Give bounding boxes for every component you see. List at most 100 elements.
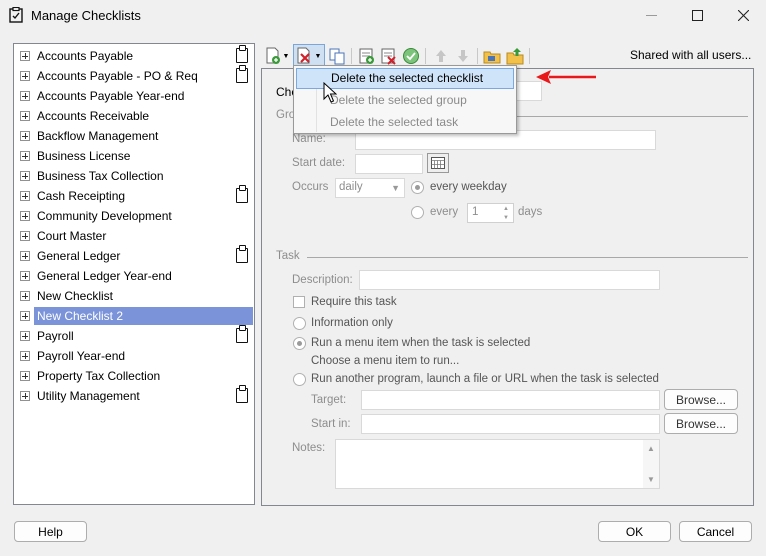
expand-icon[interactable]: [20, 111, 30, 121]
expand-icon[interactable]: [20, 251, 30, 261]
start-date-label: Start date:: [292, 157, 346, 169]
expand-icon[interactable]: [20, 351, 30, 361]
close-button[interactable]: [720, 0, 766, 31]
delete-button[interactable]: [294, 46, 314, 66]
import-button[interactable]: [482, 46, 502, 66]
tree-item[interactable]: Property Tax Collection: [14, 366, 254, 386]
expand-icon[interactable]: [20, 211, 30, 221]
maximize-button[interactable]: [674, 0, 720, 31]
copy-button[interactable]: [327, 46, 347, 66]
tree-item-label: New Checklist: [37, 289, 114, 303]
expand-icon[interactable]: [20, 191, 30, 201]
export-button[interactable]: [505, 46, 525, 66]
spin-down-icon[interactable]: ▼: [500, 214, 512, 222]
tree-item[interactable]: General Ledger Year-end: [14, 266, 254, 286]
start-date-field[interactable]: [355, 154, 423, 174]
ok-button[interactable]: OK: [598, 521, 671, 542]
shared-with-all-users-link[interactable]: Shared with all users...: [630, 48, 751, 62]
tree-item[interactable]: Utility Management: [14, 385, 254, 406]
run-program-radio[interactable]: [293, 373, 306, 386]
notes-scrollbar[interactable]: ▲ ▼: [643, 440, 659, 488]
menu-item-delete-task[interactable]: Delete the selected task: [296, 112, 514, 133]
expand-icon[interactable]: [20, 371, 30, 381]
red-arrow-annotation: [536, 70, 596, 84]
description-field[interactable]: [359, 270, 660, 290]
choose-menu-item-link[interactable]: Choose a menu item to run...: [311, 355, 459, 367]
browse-start-in-button[interactable]: Browse...: [664, 413, 738, 434]
browse-target-button[interactable]: Browse...: [664, 389, 738, 410]
complete-button[interactable]: [401, 46, 421, 66]
expand-icon[interactable]: [20, 51, 30, 61]
delete-dropdown-arrow[interactable]: ▼: [313, 46, 323, 66]
toolbar-separator: [425, 48, 426, 64]
expand-icon[interactable]: [20, 171, 30, 181]
expand-icon[interactable]: [20, 231, 30, 241]
add-task-button[interactable]: [357, 46, 377, 66]
tree-item-label: General Ledger Year-end: [37, 269, 172, 283]
every-days-stepper[interactable]: 1 ▲ ▼: [467, 203, 514, 223]
tree-item[interactable]: Business Tax Collection: [14, 166, 254, 186]
tree-item[interactable]: Accounts Receivable: [14, 106, 254, 126]
every-weekday-radio[interactable]: [411, 181, 424, 194]
calendar-button[interactable]: [427, 153, 449, 173]
close-icon: [737, 10, 749, 21]
remove-task-button[interactable]: [379, 46, 399, 66]
expand-icon[interactable]: [20, 311, 30, 321]
checklist-tree[interactable]: Accounts Payable Accounts Payable - PO &…: [13, 43, 255, 505]
tree-item-label: Backflow Management: [37, 129, 159, 143]
tree-item[interactable]: Cash Receipting: [14, 185, 254, 206]
help-button[interactable]: Help: [14, 521, 87, 542]
expand-icon[interactable]: [20, 391, 30, 401]
expand-icon[interactable]: [20, 71, 30, 81]
tree-item[interactable]: Accounts Payable Year-end: [14, 86, 254, 106]
toolbar-separator: [351, 48, 352, 64]
arrow-up-icon: [436, 50, 446, 62]
information-only-radio[interactable]: [293, 317, 306, 330]
scroll-down-icon[interactable]: ▼: [647, 475, 655, 484]
tree-item-selected[interactable]: New Checklist 2: [14, 306, 254, 326]
target-field[interactable]: [361, 390, 660, 410]
information-only-label: Information only: [311, 317, 393, 329]
occurs-select[interactable]: daily ▼: [335, 178, 405, 198]
expand-icon[interactable]: [20, 131, 30, 141]
move-down-button[interactable]: [453, 46, 473, 66]
tree-item[interactable]: Business License: [14, 146, 254, 166]
tree-item[interactable]: New Checklist: [14, 286, 254, 306]
expand-icon[interactable]: [20, 291, 30, 301]
tree-item[interactable]: Accounts Payable: [14, 45, 254, 66]
task-section-label: Task: [276, 250, 300, 262]
tree-item[interactable]: Court Master: [14, 226, 254, 246]
tree-item[interactable]: Accounts Payable - PO & Req: [14, 65, 254, 86]
calendar-icon: [431, 157, 445, 169]
tree-item[interactable]: General Ledger: [14, 245, 254, 266]
run-menu-item-radio[interactable]: [293, 337, 306, 350]
move-up-button[interactable]: [431, 46, 451, 66]
tree-item-label: Utility Management: [37, 389, 140, 403]
check-circle-icon: [403, 48, 419, 64]
clipboard-icon: [236, 245, 248, 263]
expand-icon[interactable]: [20, 271, 30, 281]
every-n-days-radio[interactable]: [411, 206, 424, 219]
require-task-checkbox[interactable]: [293, 296, 305, 308]
tree-item-label: General Ledger: [37, 249, 121, 263]
tree-item-label: Payroll Year-end: [37, 349, 126, 363]
tree-item[interactable]: Community Development: [14, 206, 254, 226]
tree-item-label: Accounts Payable: [37, 49, 134, 63]
expand-icon[interactable]: [20, 91, 30, 101]
notes-textarea[interactable]: ▲ ▼: [335, 439, 660, 489]
expand-icon[interactable]: [20, 151, 30, 161]
new-button[interactable]: [263, 46, 283, 66]
remove-task-icon: [381, 48, 396, 65]
checklist-app-icon: [9, 7, 23, 23]
cancel-button[interactable]: Cancel: [679, 521, 752, 542]
tree-item[interactable]: Payroll Year-end: [14, 346, 254, 366]
target-label: Target:: [311, 394, 347, 406]
minimize-button[interactable]: [628, 0, 674, 31]
spin-up-icon[interactable]: ▲: [500, 205, 512, 213]
new-dropdown-arrow[interactable]: ▼: [281, 46, 291, 66]
tree-item[interactable]: Backflow Management: [14, 126, 254, 146]
scroll-up-icon[interactable]: ▲: [647, 444, 655, 453]
expand-icon[interactable]: [20, 331, 30, 341]
start-in-field[interactable]: [361, 414, 660, 434]
tree-item[interactable]: Payroll: [14, 325, 254, 346]
